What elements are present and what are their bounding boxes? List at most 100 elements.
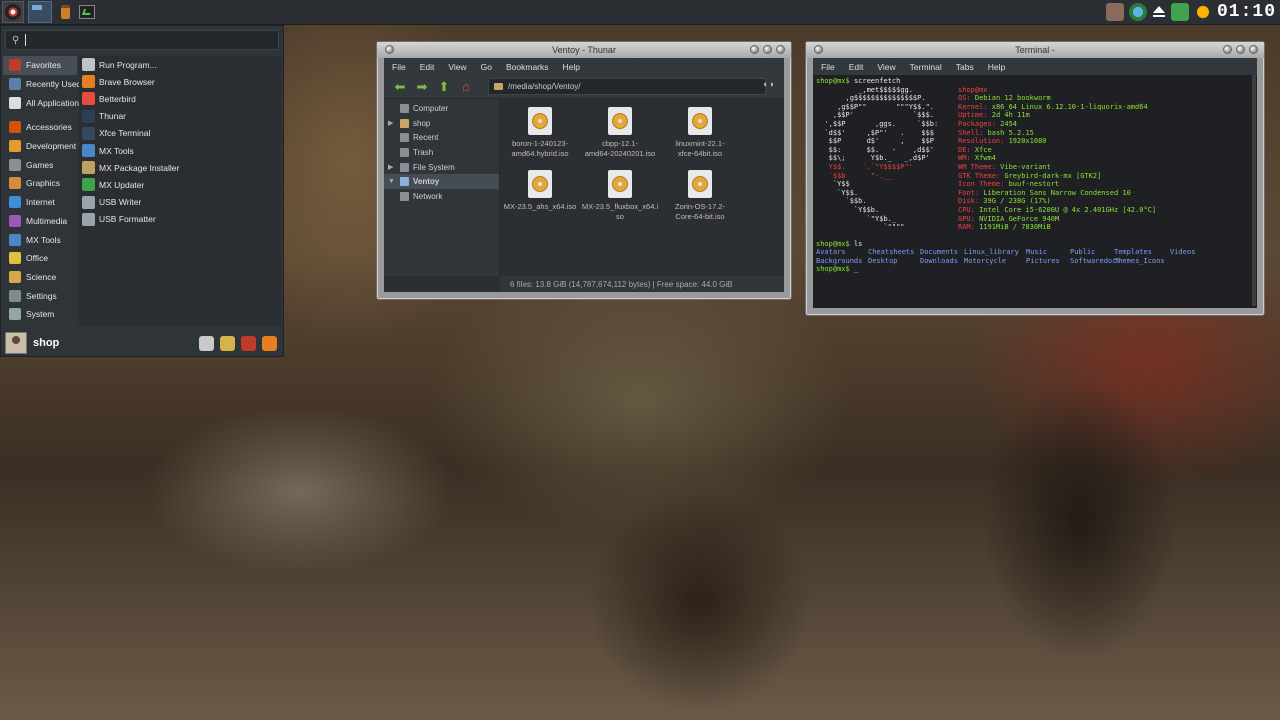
lock-screen-icon[interactable] (220, 336, 235, 351)
category-games[interactable]: Games (3, 155, 77, 174)
category-favorites[interactable]: Favorites (3, 56, 77, 75)
menu-bookmarks[interactable]: Bookmarks (506, 62, 549, 72)
terminal-scrollbar[interactable] (1252, 75, 1256, 306)
app-mx-tools[interactable]: MX Tools (79, 142, 281, 159)
info-line: Font: Liberation Sans Narrow Condensed 1… (958, 189, 1156, 198)
up-arrow-icon[interactable]: ⬆ (436, 80, 452, 94)
app-betterbird[interactable]: Betterbird (79, 90, 281, 107)
app-brave-browser[interactable]: Brave Browser (79, 73, 281, 90)
file-item[interactable]: MX-23.5_fluxbox_x64.i so (580, 170, 660, 222)
calendar-icon[interactable] (1105, 3, 1124, 21)
app-run-program-[interactable]: Run Program... (79, 56, 281, 73)
network-globe-icon[interactable] (1128, 3, 1147, 21)
app-usb-writer[interactable]: USB Writer (79, 194, 281, 211)
category-settings[interactable]: Settings (3, 286, 77, 305)
location-bar[interactable]: /media/shop/Ventoy/ (488, 78, 766, 95)
workspace-switcher[interactable] (28, 1, 52, 23)
info-key: Uptime: (958, 111, 988, 120)
info-line: WM: Xfwm4 (958, 154, 1156, 163)
category-development[interactable]: Development (3, 137, 77, 156)
maximize-icon[interactable] (763, 45, 772, 54)
sidebar-item-shop[interactable]: ▶ shop (384, 116, 499, 131)
app-icon (82, 178, 95, 192)
category-internet[interactable]: Internet (3, 193, 77, 212)
category-mx-tools[interactable]: MX Tools (3, 230, 77, 249)
category-office[interactable]: Office (3, 249, 77, 268)
sidebar-label: Trash (413, 147, 434, 157)
app-mx-package-installer[interactable]: MX Package Installer (79, 159, 281, 176)
app-xfce-terminal[interactable]: Xfce Terminal (79, 125, 281, 142)
menu-file[interactable]: File (821, 62, 835, 72)
file-item[interactable]: boron-1-240123- amd64.hybrid.iso (500, 107, 580, 159)
info-key: RAM: (958, 223, 975, 232)
category-graphics[interactable]: Graphics (3, 174, 77, 193)
minimize-icon[interactable] (1223, 45, 1232, 54)
eject-icon[interactable] (1152, 5, 1166, 19)
thunar-statusbar: 6 files: 13.8 GiB (14,787,674,112 bytes)… (500, 276, 784, 292)
sidebar-item-file-system[interactable]: ▶ File System (384, 160, 499, 175)
expander-arrow-icon[interactable]: ▼ (388, 178, 396, 185)
file-item[interactable]: cbpp-12.1- amd64-20240201.iso (580, 107, 660, 159)
minimize-icon[interactable] (750, 45, 759, 54)
category-system[interactable]: System (3, 305, 77, 324)
menu-tabs[interactable]: Tabs (956, 62, 974, 72)
app-mx-updater[interactable]: MX Updater (79, 176, 281, 193)
switch-user-icon[interactable] (241, 336, 256, 351)
sidebar-item-recent[interactable]: Recent (384, 130, 499, 145)
app-thunar[interactable]: Thunar (79, 108, 281, 125)
home-icon[interactable]: ⌂ (458, 80, 474, 94)
sidebar-item-network[interactable]: Network (384, 189, 499, 204)
terminal-titlebar[interactable]: Terminal - (806, 42, 1264, 58)
menu-file[interactable]: File (392, 62, 406, 72)
expander-arrow-icon[interactable]: ▶ (388, 163, 396, 171)
forward-arrow-icon[interactable]: ➡ (414, 80, 430, 94)
menu-go[interactable]: Go (481, 62, 492, 72)
avatar[interactable] (5, 332, 27, 354)
view-toggle-icon[interactable]: ◐◑ (763, 79, 774, 89)
taskbar-terminal[interactable] (78, 3, 96, 21)
menu-search-input[interactable]: ⚲ (5, 30, 279, 50)
app-usb-formatter[interactable]: USB Formatter (79, 211, 281, 228)
weather-sun-icon[interactable] (1193, 3, 1212, 21)
taskbar-thunar[interactable] (56, 3, 74, 21)
menu-help[interactable]: Help (563, 62, 580, 72)
category-accessories[interactable]: Accessories (3, 118, 77, 137)
sidebar-item-trash[interactable]: Trash (384, 145, 499, 160)
back-arrow-icon[interactable]: ⬅ (392, 80, 408, 94)
menu-view[interactable]: View (877, 62, 895, 72)
terminal-output[interactable]: shop@mx$ screenfetch _,met$$$$$gg. ,g$$$… (813, 75, 1257, 308)
sidebar-item-computer[interactable]: Computer (384, 101, 499, 116)
category-recently-used[interactable]: Recently Used (3, 75, 81, 94)
maximize-icon[interactable] (1236, 45, 1245, 54)
menu-edit[interactable]: Edit (420, 62, 435, 72)
settings-tools-icon[interactable] (199, 336, 214, 351)
app-label: Run Program... (99, 59, 157, 70)
menu-help[interactable]: Help (988, 62, 1005, 72)
close-icon[interactable] (1249, 45, 1258, 54)
panel-clock[interactable]: 01:10 (1217, 2, 1276, 22)
info-line: GTK Theme: Greybird-dark-mx [GTK2] (958, 172, 1156, 181)
category-all-applications[interactable]: All Applications (3, 93, 83, 112)
window-menu-knob[interactable] (385, 45, 394, 54)
updater-icon[interactable] (1170, 3, 1189, 21)
file-item[interactable]: MX-23.5_ahs_x64.iso (500, 170, 580, 212)
sidebar-item-ventoy[interactable]: ▼ Ventoy (384, 174, 499, 190)
menu-terminal[interactable]: Terminal (910, 62, 942, 72)
log-out-icon[interactable] (262, 336, 277, 351)
menu-view[interactable]: View (448, 62, 466, 72)
file-item[interactable]: linuxmint-22.1- xfce-64bit.iso (660, 107, 740, 159)
file-icon-view: boron-1-240123- amd64.hybrid.iso cbpp-12.1… (500, 99, 784, 276)
thunar-titlebar[interactable]: Ventoy - Thunar (377, 42, 791, 58)
close-icon[interactable] (776, 45, 785, 54)
window-menu-knob[interactable] (814, 45, 823, 54)
app-icon (82, 92, 95, 106)
file-item[interactable]: Zorin-OS-17.2- Core-64-bit.iso (660, 170, 740, 222)
menu-edit[interactable]: Edit (849, 62, 864, 72)
window-title: Ventoy - Thunar (552, 45, 616, 55)
category-multimedia[interactable]: Multimedia (3, 212, 77, 231)
category-science[interactable]: Science (3, 268, 77, 287)
category-icon (9, 252, 21, 265)
expander-arrow-icon[interactable]: ▶ (388, 119, 396, 127)
thunar-toolbar: ⬅ ➡ ⬆ ⌂ /media/shop/Ventoy/ (384, 75, 784, 99)
whisker-menu-button[interactable] (2, 1, 24, 23)
